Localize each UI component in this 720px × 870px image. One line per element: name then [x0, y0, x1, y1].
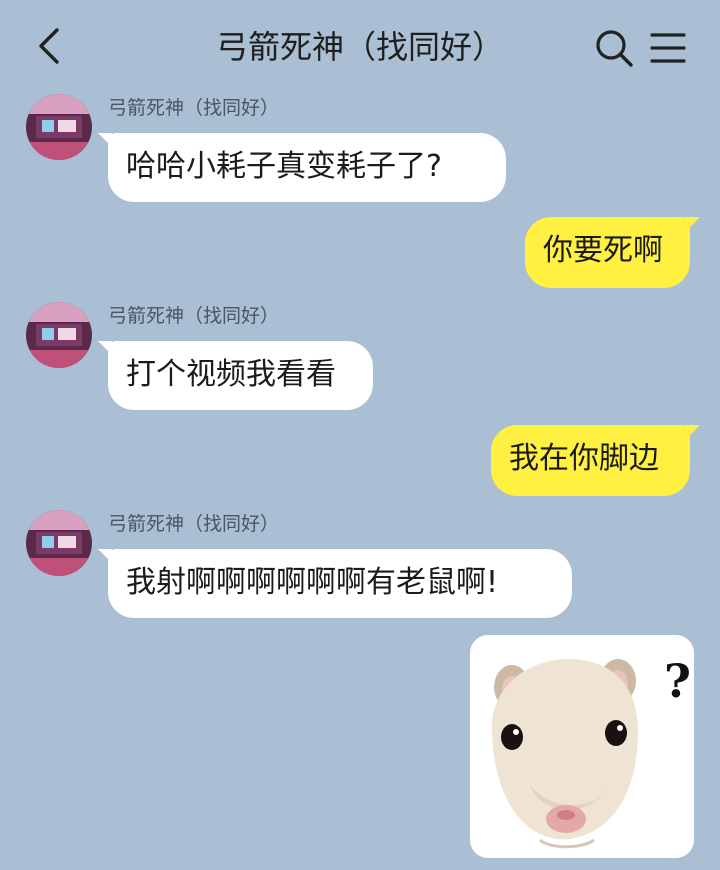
sender-avatar[interactable]: [26, 510, 92, 576]
message-text: 哈哈小耗子真变耗子了?: [126, 149, 442, 184]
incoming-message-bubble[interactable]: 我射啊啊啊啊啊啊有老鼠啊!: [98, 549, 572, 618]
sender-name: 弓箭死神（找同好）: [108, 97, 280, 119]
message-text: 你要死啊: [543, 233, 663, 268]
search-button[interactable]: [594, 28, 634, 68]
sender-name: 弓箭死神（找同好）: [108, 305, 280, 327]
message-text: 我在你脚边: [509, 441, 659, 476]
outgoing-message-bubble[interactable]: 你要死啊: [525, 217, 700, 288]
hamburger-menu-icon: [650, 33, 686, 63]
incoming-message-bubble[interactable]: 哈哈小耗子真变耗子了?: [98, 133, 506, 202]
sender-name: 弓箭死神（找同好）: [108, 513, 280, 535]
sender-avatar[interactable]: [26, 302, 92, 368]
outgoing-message-bubble[interactable]: 我在你脚边: [491, 425, 700, 496]
message-text: 打个视频我看看: [126, 357, 336, 392]
hamster-question-sticker[interactable]: ?: [470, 635, 694, 858]
search-icon: [596, 30, 633, 67]
sender-avatar[interactable]: [26, 94, 92, 160]
chat-header: 弓箭死神（找同好）: [0, 0, 720, 92]
menu-button[interactable]: [648, 30, 688, 66]
message-text: 我射啊啊啊啊啊啊有老鼠啊!: [126, 565, 499, 600]
sticker-question-mark: ?: [664, 654, 691, 708]
incoming-message-bubble[interactable]: 打个视频我看看: [98, 341, 373, 410]
